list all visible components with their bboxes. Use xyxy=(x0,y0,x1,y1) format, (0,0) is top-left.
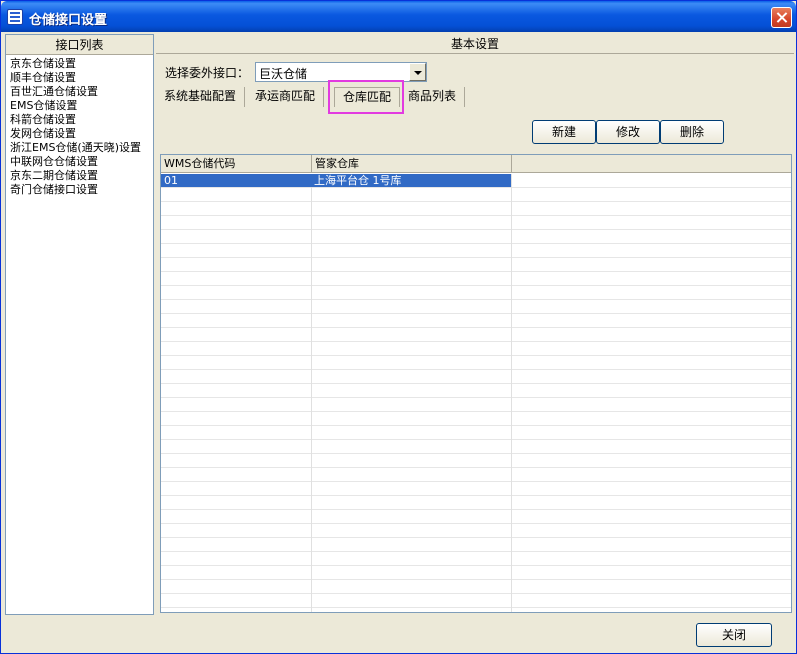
interface-list-header: 接口列表 xyxy=(6,35,153,55)
column-header-extra xyxy=(512,155,791,173)
column-header-wms-code[interactable]: WMS仓储代码 xyxy=(161,155,312,173)
chevron-down-icon[interactable] xyxy=(409,63,427,81)
column-divider xyxy=(311,174,312,612)
list-item[interactable]: 科箭仓储设置 xyxy=(10,113,153,127)
settings-header: 基本设置 xyxy=(156,34,794,54)
grid-body: 01 上海平台仓 1号库 xyxy=(161,174,791,612)
tab-strip: 系统基础配置 承运商匹配 仓库匹配 商品列表 xyxy=(156,87,466,109)
list-item[interactable]: 中联网仓仓储设置 xyxy=(10,155,153,169)
column-divider xyxy=(511,174,512,612)
close-icon[interactable] xyxy=(771,7,792,28)
warehouse-match-grid[interactable]: WMS仓储代码 管家仓库 01 上海平台仓 1号库 xyxy=(160,154,792,613)
list-item[interactable]: 浙江EMS仓储(通天晓)设置 xyxy=(10,141,153,155)
interface-list-panel: 接口列表 京东仓储设置 顺丰仓储设置 百世汇通仓储设置 EMS仓储设置 科箭仓储… xyxy=(5,34,154,615)
interface-select-label: 选择委外接口： xyxy=(165,65,250,80)
column-header-warehouse[interactable]: 管家仓库 xyxy=(312,155,512,173)
dialog-window: 仓储接口设置 接口列表 京东仓储设置 顺丰仓储设置 百世汇通仓储设置 EMS仓储… xyxy=(0,0,797,654)
new-button[interactable]: 新建 xyxy=(532,120,596,144)
settings-panel: 基本设置 选择委外接口： 巨沃仓储 系统基础配置 承运商匹配 仓库匹配 商品列表… xyxy=(156,34,794,615)
tab-product-list[interactable]: 商品列表 xyxy=(400,87,466,107)
cell-warehouse[interactable]: 上海平台仓 1号库 xyxy=(311,174,511,187)
list-item[interactable]: 京东二期仓储设置 xyxy=(10,169,153,183)
list-item[interactable]: 奇门仓储接口设置 xyxy=(10,183,153,197)
tab-carrier-match[interactable]: 承运商匹配 xyxy=(247,87,325,107)
cell-extra[interactable] xyxy=(511,174,790,187)
tab-system-config[interactable]: 系统基础配置 xyxy=(156,87,246,107)
interface-select-row: 选择委外接口： 巨沃仓储 xyxy=(165,61,428,83)
list-item[interactable]: 顺丰仓储设置 xyxy=(10,71,153,85)
cell-wms-code[interactable]: 01 xyxy=(161,174,311,187)
window-title: 仓储接口设置 xyxy=(29,13,108,28)
list-item[interactable]: 百世汇通仓储设置 xyxy=(10,85,153,99)
table-row[interactable]: 01 上海平台仓 1号库 xyxy=(161,174,790,188)
interface-select-value: 巨沃仓储 xyxy=(259,67,308,81)
list-item[interactable]: 京东仓储设置 xyxy=(10,57,153,71)
app-icon xyxy=(7,9,23,25)
delete-button[interactable]: 删除 xyxy=(660,120,724,144)
interface-select[interactable]: 巨沃仓储 xyxy=(255,62,428,82)
interface-list: 京东仓储设置 顺丰仓储设置 百世汇通仓储设置 EMS仓储设置 科箭仓储设置 发网… xyxy=(6,55,153,197)
grid-header: WMS仓储代码 管家仓库 xyxy=(161,155,791,173)
title-bar[interactable]: 仓储接口设置 xyxy=(1,1,796,32)
list-item[interactable]: 发网仓储设置 xyxy=(10,127,153,141)
list-item[interactable]: EMS仓储设置 xyxy=(10,99,153,113)
close-button[interactable]: 关闭 xyxy=(696,623,772,647)
edit-button[interactable]: 修改 xyxy=(596,120,660,144)
tab-warehouse-match[interactable]: 仓库匹配 xyxy=(334,87,401,107)
